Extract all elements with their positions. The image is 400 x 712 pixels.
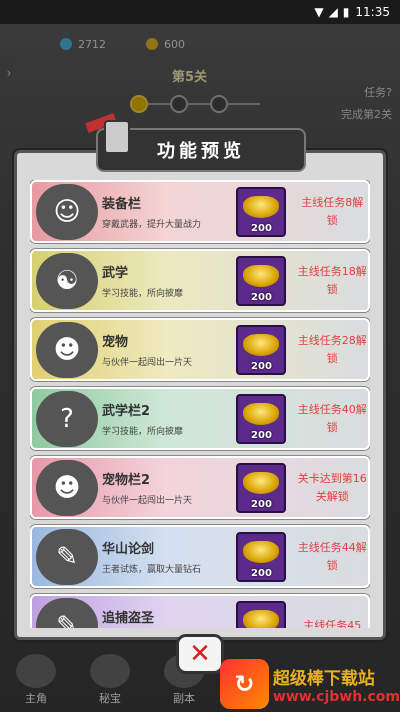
wifi-icon: ▼ bbox=[314, 5, 324, 19]
feature-avatar-icon: ☺ bbox=[36, 183, 98, 240]
reward-slot[interactable]: 200 bbox=[236, 600, 287, 628]
feature-avatar-icon: ✎ bbox=[36, 528, 98, 585]
reward-slot[interactable]: 200 bbox=[236, 186, 287, 237]
gold-ingot-icon bbox=[243, 333, 280, 356]
feature-row[interactable]: ☯ 武学 学习技能，所向披靡 200 主线任务18解锁 bbox=[30, 249, 370, 312]
feature-avatar-icon: ☻ bbox=[36, 321, 98, 378]
feature-avatar-icon: ? bbox=[36, 390, 98, 447]
unlock-condition: 主线任务40解锁 bbox=[297, 402, 367, 434]
feature-desc: 王者试炼，赢取大量钻石 bbox=[102, 565, 202, 575]
feature-desc: 与伙伴一起闯出一片天 bbox=[102, 496, 193, 506]
reward-count: 200 bbox=[251, 360, 272, 372]
feature-name: 装备栏 bbox=[102, 197, 142, 212]
unlock-condition: 主线任务28解锁 bbox=[297, 333, 367, 365]
feature-text: 装备栏穿戴武器，提升大量战力 bbox=[102, 193, 216, 230]
reward-slot[interactable]: 200 bbox=[236, 255, 287, 306]
feature-row[interactable]: ✎追捕盗圣讨伐恶人，获取大量金币 200 主线任务45 bbox=[30, 594, 370, 628]
feature-name: 宠物 bbox=[102, 335, 129, 350]
feature-avatar-icon: ☯ bbox=[36, 252, 98, 309]
watermark-url: www.cjbwh.com bbox=[272, 688, 400, 705]
feature-name: 宠物栏2 bbox=[102, 473, 151, 488]
feature-text: 华山论剑王者试炼，赢取大量钻石 bbox=[102, 538, 216, 575]
feature-name: 武学 bbox=[102, 266, 129, 281]
feature-desc: 学习技能，所向披靡 bbox=[102, 289, 184, 299]
close-button[interactable]: ✕ bbox=[176, 634, 224, 674]
status-time: 11:35 bbox=[355, 5, 390, 19]
panel-title: 功能预览 bbox=[157, 141, 245, 162]
unlock-condition: 关卡达到第16关解锁 bbox=[297, 471, 367, 503]
reward-count: 200 bbox=[251, 567, 272, 579]
feature-desc: 与伙伴一起闯出一片天 bbox=[102, 358, 193, 368]
watermark-logo: ↻ bbox=[220, 659, 269, 709]
feature-row[interactable]: ☻ 宠物栏2 与伙伴一起闯出一片天 200 关卡达到第16关解锁 bbox=[30, 456, 370, 519]
unlock-condition: 主线任务45 bbox=[303, 618, 362, 629]
reward-slot[interactable]: 200 bbox=[236, 462, 287, 513]
battery-icon: ▮ bbox=[342, 5, 350, 19]
reward-count: 200 bbox=[251, 291, 272, 303]
feature-text: 追捕盗圣讨伐恶人，获取大量金币 bbox=[102, 607, 216, 628]
feature-name: 武学栏2 bbox=[102, 404, 151, 419]
reward-count: 200 bbox=[251, 222, 272, 234]
feature-row[interactable]: ✎ 华山论剑 王者试炼，赢取大量钻石 200 主线任务44解锁 bbox=[30, 525, 370, 588]
gold-ingot-icon bbox=[243, 471, 280, 494]
feature-list[interactable]: ☺ 装备栏 穿戴武器，提升大量战力 200 主线任务8解锁 ☯ 武学 学习技能，所向披靡 200… bbox=[30, 180, 370, 628]
unlock-condition: 主线任务44解锁 bbox=[297, 540, 367, 572]
reward-slot[interactable]: 200 bbox=[236, 531, 287, 582]
feature-row[interactable]: ☻ 宠物 与伙伴一起闯出一片天 200 主线任务28解锁 bbox=[30, 318, 370, 381]
gold-ingot-icon bbox=[243, 540, 280, 563]
feature-avatar-icon: ☻ bbox=[36, 459, 98, 516]
feature-desc: 学习技能，所向披靡 bbox=[102, 427, 184, 437]
feature-text: 宠物与伙伴一起闯出一片天 bbox=[102, 331, 216, 368]
unlock-condition: 主线任务8解锁 bbox=[301, 195, 364, 227]
reward-slot[interactable]: 200 bbox=[236, 324, 287, 375]
watermark: ↻ 超级棒下载站 www.cjbwh.com bbox=[220, 656, 400, 712]
feature-text: 武学学习技能，所向披靡 bbox=[102, 262, 216, 299]
gold-ingot-icon bbox=[243, 609, 280, 628]
gold-ingot-icon bbox=[243, 402, 280, 425]
feature-text: 武学栏2 学习技能，所向披靡 bbox=[102, 400, 216, 437]
feature-name: 追捕盗圣 bbox=[102, 611, 155, 626]
feature-row[interactable]: ? 武学栏2 学习技能，所向披靡 200 主线任务40解锁 bbox=[30, 387, 370, 450]
feature-avatar-icon: ✎ bbox=[36, 597, 98, 628]
reward-count: 200 bbox=[251, 429, 272, 441]
reward-slot[interactable]: 200 bbox=[236, 393, 287, 444]
watermark-title: 超级棒下载站 bbox=[272, 668, 375, 689]
status-icons: ▼ ◢ ▮ bbox=[314, 5, 349, 19]
feature-row[interactable]: ☺ 装备栏 穿戴武器，提升大量战力 200 主线任务8解锁 bbox=[30, 180, 370, 243]
gold-ingot-icon bbox=[243, 195, 280, 218]
feature-text: 宠物栏2 与伙伴一起闯出一片天 bbox=[102, 469, 216, 506]
unlock-condition: 主线任务18解锁 bbox=[297, 264, 367, 296]
lock-badge-icon bbox=[104, 120, 130, 154]
signal-icon: ◢ bbox=[328, 5, 338, 19]
feature-name: 华山论剑 bbox=[102, 542, 155, 557]
feature-desc: 穿戴武器，提升大量战力 bbox=[102, 220, 202, 230]
reward-count: 200 bbox=[251, 498, 272, 510]
gold-ingot-icon bbox=[243, 264, 280, 287]
status-bar: ▼ ◢ ▮ 11:35 bbox=[0, 0, 400, 24]
